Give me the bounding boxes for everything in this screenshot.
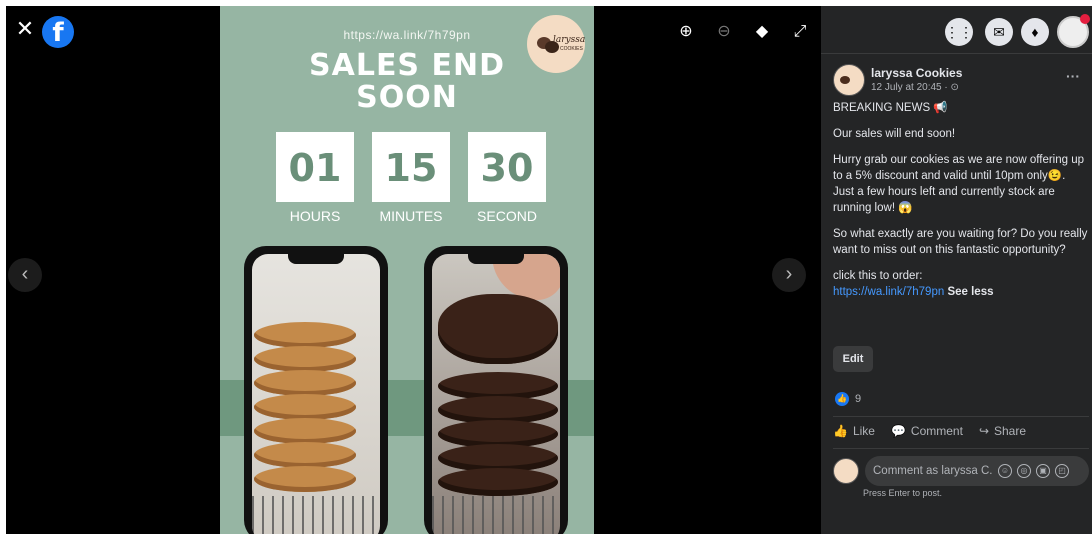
post-order-prefix: click this to order:	[833, 270, 923, 282]
speech-bubble-icon: 💬	[890, 424, 906, 438]
sticker-icon[interactable]: ◰	[1055, 464, 1069, 478]
camera-icon[interactable]: ◎	[1017, 464, 1031, 478]
post-paragraph: Our sales will end soon!	[833, 128, 956, 140]
share-button[interactable]: ↪ Share	[979, 424, 1026, 438]
edit-button[interactable]: Edit	[833, 346, 873, 372]
poster-title-line2: SOON	[356, 80, 458, 115]
notification-badge	[1080, 14, 1090, 24]
comment-input[interactable]: Comment as laryssa C... ☺ ◎ ▣ ◰	[865, 456, 1089, 486]
author-avatar[interactable]	[833, 64, 865, 96]
reaction-summary[interactable]: 👍 9	[835, 392, 861, 406]
post-panel: laryssa Cookies 12 July at 20:45 · ⊙ ···…	[821, 54, 1092, 534]
post-heading: BREAKING NEWS 📢	[833, 102, 948, 114]
zoom-in-icon[interactable]: ⊕	[676, 22, 696, 42]
comment-label: Comment	[910, 424, 963, 438]
press-enter-hint: Press Enter to post.	[863, 488, 943, 498]
divider	[833, 416, 1089, 417]
order-link[interactable]: https://wa.link/7h79pn	[833, 286, 944, 298]
comment-button[interactable]: 💬 Comment	[891, 424, 963, 438]
cookie	[438, 294, 558, 364]
zoom-out-icon[interactable]: ⊖	[714, 22, 734, 42]
logo-brand-text: laryssa	[553, 35, 586, 45]
phone-notch	[468, 254, 524, 264]
like-button[interactable]: 👍 Like	[833, 424, 875, 438]
post-actions: 👍 Like 💬 Comment ↪ Share	[833, 424, 1026, 438]
facebook-logo-icon[interactable]: f	[42, 16, 74, 48]
emoji-icon[interactable]: ☺	[998, 464, 1012, 478]
cookie	[254, 346, 356, 372]
post-paragraph: So what exactly are you waiting for? Do …	[833, 228, 1088, 256]
cookie	[254, 418, 356, 444]
cookie-icon	[840, 76, 850, 84]
photo-image: https://wa.link/7h79pn laryssa COOKIES S…	[220, 6, 594, 534]
countdown-hours: 01	[276, 132, 354, 202]
post-timestamp[interactable]: 12 July at 20:45 · ⊙	[871, 82, 959, 93]
viewer-toolbar: ⊕ ⊖ ◆ ⤢	[676, 22, 810, 42]
phone-mockup-right	[424, 246, 568, 534]
fullscreen-icon[interactable]: ⤢	[790, 22, 810, 42]
more-options-icon[interactable]: ···	[1066, 68, 1080, 84]
close-icon[interactable]: ✕	[12, 16, 38, 42]
countdown-label-seconds: SECOND	[477, 208, 537, 224]
reaction-count: 9	[855, 393, 862, 405]
cookie	[254, 394, 356, 420]
like-reaction-icon: 👍	[835, 392, 849, 406]
post-paragraph: Hurry grab our cookies as we are now off…	[833, 154, 1085, 214]
commenter-avatar	[833, 458, 859, 484]
cooling-rack	[432, 496, 560, 534]
share-arrow-icon: ↪	[978, 424, 989, 438]
previous-photo-button[interactable]: ‹	[8, 258, 42, 292]
notifications-icon[interactable]: ♦	[1021, 18, 1049, 46]
see-less-link[interactable]: See less	[947, 286, 993, 298]
phone-mockup-left	[244, 246, 388, 534]
phone-notch	[288, 254, 344, 264]
cookie	[438, 468, 558, 496]
poster-title-line1: SALES END	[309, 48, 505, 83]
tag-icon[interactable]: ◆	[752, 22, 772, 42]
top-bar: ⋮⋮ ✉ ♦	[821, 6, 1092, 54]
countdown-label-hours: HOURS	[289, 208, 341, 224]
thumbs-up-icon: 👍	[833, 424, 848, 438]
post-order-line: click this to order: https://wa.link/7h7…	[833, 268, 1089, 300]
like-label: Like	[852, 424, 875, 438]
countdown-minutes: 15	[372, 132, 450, 202]
cookie-photo-chocolate-chip	[252, 254, 380, 534]
post-author[interactable]: laryssa Cookies	[871, 66, 962, 80]
share-label: Share	[994, 424, 1027, 438]
countdown-labels: HOURS MINUTES SECOND	[276, 208, 546, 224]
cookie-photo-double-chocolate	[432, 254, 560, 534]
cookie	[254, 466, 356, 492]
gif-icon[interactable]: ▣	[1036, 464, 1050, 478]
menu-grid-icon[interactable]: ⋮⋮	[945, 18, 973, 46]
poster-title: SALES END SOON	[220, 50, 594, 114]
countdown-seconds: 30	[468, 132, 546, 202]
countdown: 01 15 30	[276, 132, 546, 202]
divider	[833, 448, 1089, 449]
cookie	[254, 322, 356, 348]
cookie	[254, 442, 356, 468]
photo-viewer-root: ✕ f ⊕ ⊖ ◆ ⤢ ‹ › https://wa.link/7h79pn l…	[0, 0, 1092, 534]
comment-placeholder: Comment as laryssa C...	[873, 465, 993, 477]
photo-viewer: ✕ f ⊕ ⊖ ◆ ⤢ ‹ › https://wa.link/7h79pn l…	[6, 6, 821, 534]
cookie	[254, 370, 356, 396]
post-body: BREAKING NEWS 📢 Our sales will end soon!…	[833, 100, 1089, 300]
cooling-rack	[252, 496, 380, 534]
messenger-icon[interactable]: ✉	[985, 18, 1013, 46]
countdown-label-minutes: MINUTES	[379, 208, 443, 224]
next-photo-button[interactable]: ›	[772, 258, 806, 292]
